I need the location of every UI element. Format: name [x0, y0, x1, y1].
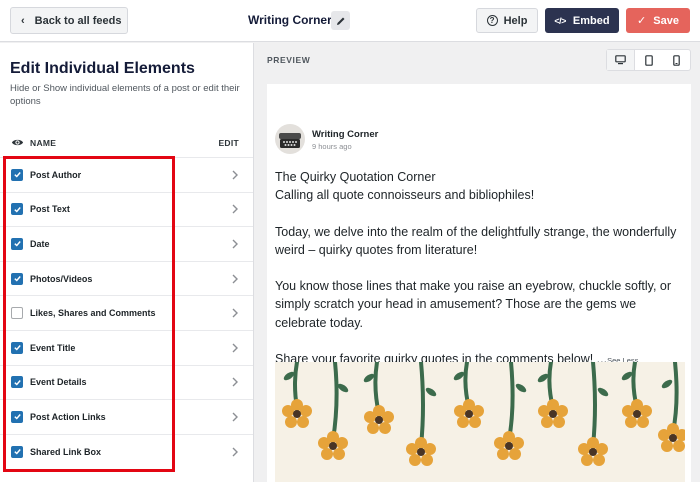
post-line: The Quirky Quotation Corner [275, 170, 436, 184]
check-icon [13, 449, 21, 455]
rename-feed-button[interactable] [331, 11, 350, 30]
tablet-icon [645, 54, 653, 66]
post-time: 9 hours ago [312, 142, 352, 151]
check-icon [13, 276, 21, 282]
post-paragraph: Today, we delve into the realm of the de… [275, 224, 677, 257]
flower-illustration [282, 362, 685, 466]
feed-title: Writing Corner [248, 13, 332, 27]
shared-link-box-checkbox[interactable] [11, 445, 23, 458]
element-row-post-action-links[interactable]: Post Action Links [0, 399, 253, 434]
chevron-right-icon[interactable] [231, 308, 239, 318]
element-row-date[interactable]: Date [0, 226, 253, 261]
event-details-checkbox[interactable] [11, 376, 23, 389]
check-icon [13, 172, 21, 178]
chevron-left-icon: ‹ [21, 14, 25, 27]
post-action-links-checkbox[interactable] [11, 410, 23, 423]
sidebar: Edit Individual Elements Hide or Show in… [0, 43, 254, 482]
mobile-icon [673, 54, 680, 66]
edit-column-header: EDIT [218, 138, 239, 148]
element-row-event-title[interactable]: Event Title [0, 329, 253, 365]
post-preview-card: Writing Corner 9 hours ago The Quirky Qu… [267, 84, 691, 482]
element-row-event-details[interactable]: Event Details [0, 364, 253, 400]
top-bar: ‹ Back to all feeds Writing Corner ? Hel… [0, 0, 700, 42]
chevron-right-icon[interactable] [231, 239, 239, 249]
photos-videos-checkbox[interactable] [11, 272, 23, 285]
typewriter-icon [279, 133, 301, 148]
check-icon [13, 379, 21, 386]
sidebar-description: Hide or Show individual elements of a po… [10, 83, 240, 107]
element-list: Post Author Post Text Date Photos/Videos… [0, 157, 253, 468]
element-label: Likes, Shares and Comments [30, 308, 156, 319]
check-icon: ✓ [637, 15, 647, 27]
pencil-icon [336, 17, 344, 25]
mobile-view-button[interactable] [663, 50, 690, 70]
post-line: Calling all quote connoisseurs and bibli… [275, 188, 535, 203]
author-avatar [275, 124, 305, 154]
help-button-label: Help [503, 14, 528, 27]
element-label: Photos/Videos [30, 273, 93, 284]
check-icon [13, 345, 21, 351]
preview-label: PREVIEW [267, 55, 311, 65]
column-header: NAME EDIT [0, 133, 253, 153]
post-author-name[interactable]: Writing Corner [312, 129, 378, 140]
tablet-view-button[interactable] [635, 50, 662, 70]
check-icon [13, 414, 21, 420]
element-row-likes-shares-comments[interactable]: Likes, Shares and Comments [0, 295, 253, 330]
post-image [275, 362, 685, 482]
help-button[interactable]: ? Help [476, 8, 538, 33]
chevron-right-icon[interactable] [231, 447, 239, 457]
element-label: Date [30, 238, 50, 249]
back-button-label: Back to all feeds [34, 14, 122, 27]
check-icon [13, 206, 21, 213]
element-row-photos-videos[interactable]: Photos/Videos [0, 260, 253, 296]
element-label: Post Author [30, 169, 82, 180]
element-label: Event Title [30, 342, 76, 353]
element-row-post-author[interactable]: Post Author [0, 157, 253, 192]
save-button-label: Save [653, 14, 679, 27]
likes-shares-comments-checkbox[interactable] [11, 307, 23, 320]
chevron-right-icon[interactable] [231, 170, 239, 180]
element-label: Shared Link Box [30, 446, 102, 457]
chevron-right-icon[interactable] [231, 204, 239, 214]
question-icon: ? [486, 15, 498, 26]
element-label: Event Details [30, 377, 87, 388]
name-column-header: NAME [30, 138, 57, 148]
chevron-right-icon[interactable] [231, 412, 239, 422]
element-row-shared-link-box[interactable]: Shared Link Box [0, 433, 253, 469]
sidebar-title: Edit Individual Elements [10, 60, 195, 77]
chevron-right-icon[interactable] [231, 274, 239, 284]
chevron-right-icon[interactable] [231, 377, 239, 387]
code-icon: </> [554, 15, 566, 26]
element-row-post-text[interactable]: Post Text [0, 191, 253, 227]
event-title-checkbox[interactable] [11, 341, 23, 354]
check-icon [13, 241, 21, 247]
chevron-right-icon[interactable] [231, 343, 239, 353]
save-button[interactable]: ✓ Save [626, 8, 690, 33]
embed-button[interactable]: </> Embed [545, 8, 619, 33]
element-label: Post Action Links [30, 411, 106, 422]
date-checkbox[interactable] [11, 237, 23, 250]
post-author-checkbox[interactable] [11, 168, 23, 181]
back-to-feeds-button[interactable]: ‹ Back to all feeds [10, 7, 128, 34]
element-label: Post Text [30, 204, 70, 215]
post-paragraph: You know those lines that make you raise… [275, 279, 672, 330]
post-text-checkbox[interactable] [11, 203, 23, 216]
desktop-view-button[interactable] [607, 50, 636, 70]
eye-icon [11, 139, 24, 146]
device-toggle [606, 49, 691, 71]
post-text: The Quirky Quotation Corner Calling all … [275, 168, 685, 370]
desktop-icon [615, 55, 626, 65]
embed-button-label: Embed [572, 14, 610, 27]
